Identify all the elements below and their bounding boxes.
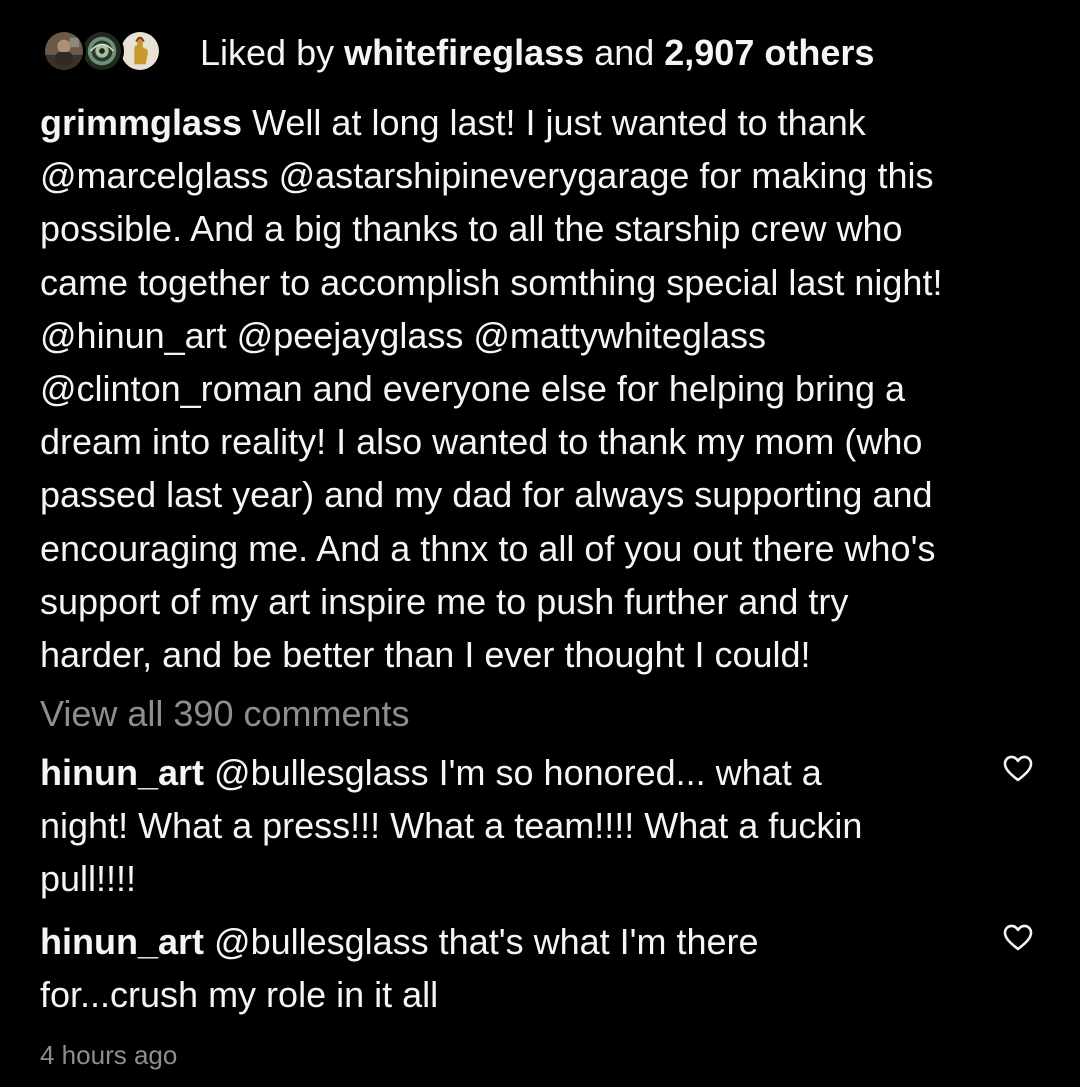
- comment-like-button[interactable]: [1001, 920, 1035, 954]
- caption-text: Well at long last! I just wanted to than…: [242, 102, 866, 143]
- liked-by-username[interactable]: whitefireglass: [344, 32, 584, 73]
- liked-by-prefix: Liked by: [200, 32, 345, 73]
- liked-by-text: Liked by whitefireglass and 2,907 others: [200, 32, 874, 74]
- comment-line: hinun_art @bullesglass I'm so honored...…: [40, 746, 1000, 799]
- liker-avatars[interactable]: [42, 24, 182, 82]
- liked-by-row[interactable]: Liked by whitefireglass and 2,907 others: [42, 24, 874, 82]
- caption-line-4: came together to accomplish somthing spe…: [40, 261, 943, 303]
- comment-line: pull!!!!: [40, 858, 137, 900]
- liked-by-middle: and: [584, 32, 665, 73]
- caption-line-9: encouraging me. And a thnx to all of you…: [40, 527, 936, 569]
- caption-line-3: possible. And a big thanks to all the st…: [40, 208, 903, 250]
- comment-item: hinun_art @bullesglass I'm so honored...…: [40, 746, 1000, 906]
- caption-line-8: passed last year) and my dad for always …: [40, 474, 933, 516]
- comment-username[interactable]: hinun_art: [40, 921, 204, 962]
- avatar-hand-icon: [121, 32, 159, 70]
- post-timestamp: 4 hours ago: [40, 1040, 178, 1070]
- caption-line-2: @marcelglass @astarshipineverygarage for…: [40, 155, 934, 197]
- caption-line-10: support of my art inspire me to push fur…: [40, 580, 849, 622]
- caption-username[interactable]: grimmglass: [40, 102, 242, 143]
- liked-by-count[interactable]: 2,907 others: [664, 32, 874, 73]
- avatar-spiral-glass-icon: [83, 32, 121, 70]
- comment-item: hinun_art @bullesglass that's what I'm t…: [40, 915, 1000, 1021]
- caption-line-11: harder, and be better than I ever though…: [40, 634, 811, 676]
- liker-avatar-1[interactable]: [42, 29, 86, 73]
- avatar-person-icon: [45, 32, 83, 70]
- post-caption: grimmglass Well at long last! I just wan…: [40, 96, 1040, 681]
- caption-line-5: @hinun_art @peejayglass @mattywhiteglass: [40, 314, 766, 356]
- comment-like-button[interactable]: [1001, 751, 1035, 785]
- heart-outline-icon: [1003, 755, 1033, 782]
- caption-line-7: dream into reality! I also wanted to tha…: [40, 421, 923, 463]
- comment-line: night! What a press!!! What a team!!!! W…: [40, 805, 863, 847]
- heart-outline-icon: [1003, 924, 1033, 951]
- comment-line: hinun_art @bullesglass that's what I'm t…: [40, 915, 1000, 968]
- view-all-comments-link[interactable]: View all 390 comments: [40, 690, 410, 738]
- comment-username[interactable]: hinun_art: [40, 752, 204, 793]
- comment-text: @bullesglass that's what I'm there: [204, 921, 759, 962]
- comment-text: @bullesglass I'm so honored... what a: [204, 752, 822, 793]
- liker-avatar-3[interactable]: [118, 29, 162, 73]
- liker-avatar-2[interactable]: [80, 29, 124, 73]
- caption-line-1: grimmglass Well at long last! I just wan…: [40, 96, 1040, 149]
- caption-line-6: @clinton_roman and everyone else for hel…: [40, 368, 906, 410]
- comment-line: for...crush my role in it all: [40, 974, 439, 1016]
